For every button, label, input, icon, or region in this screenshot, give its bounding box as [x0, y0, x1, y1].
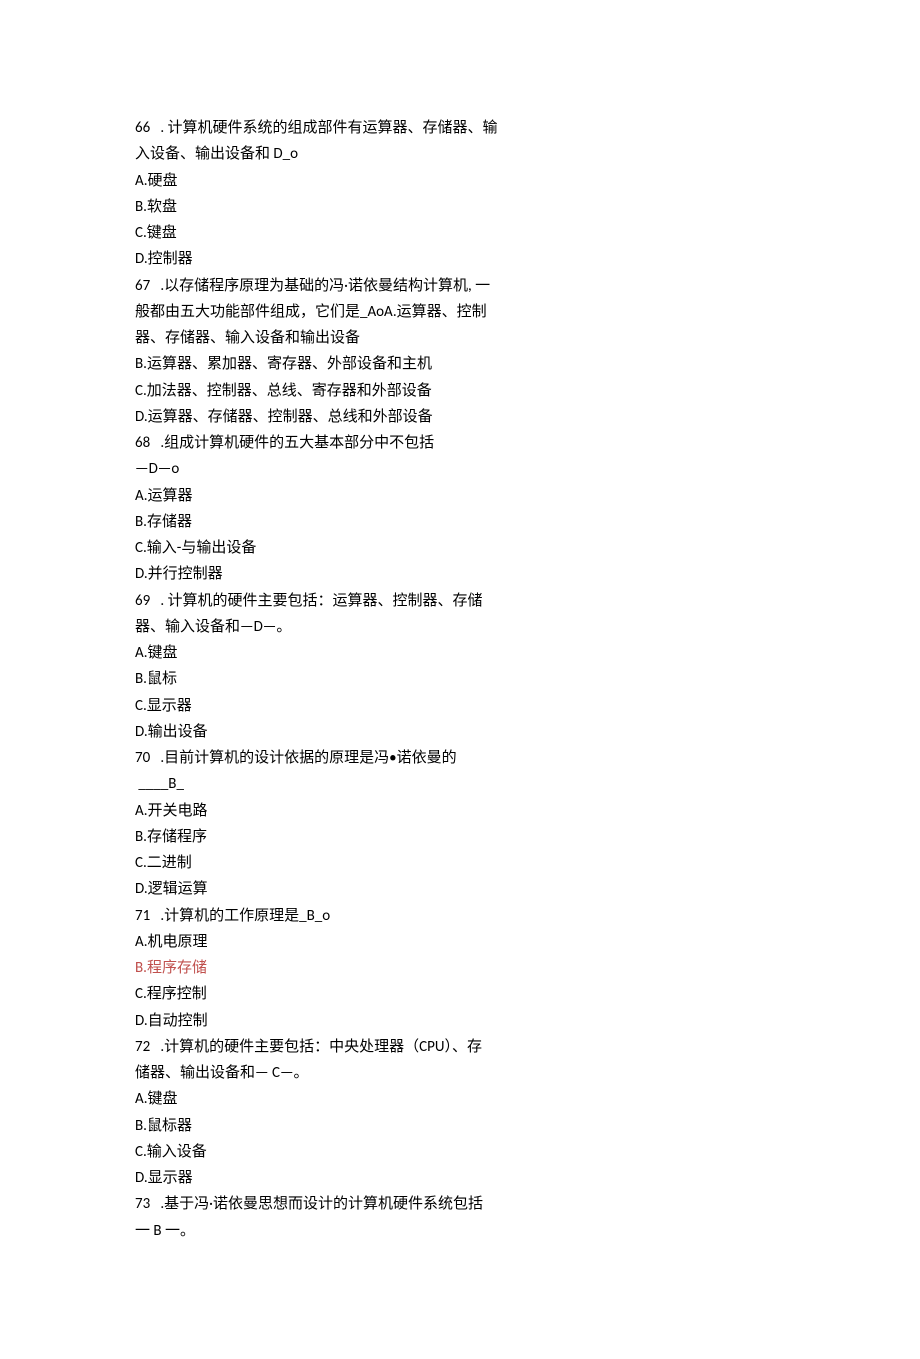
text-line: B.程序存储	[135, 955, 790, 981]
text-line: ____B_	[135, 771, 790, 797]
text-line: 73 .基于冯·诺依曼思想而设计的计算机硬件系统包括	[135, 1191, 790, 1217]
text-line: —D—o	[135, 456, 790, 482]
text-line: D.显示器	[135, 1165, 790, 1191]
text-line: A.键盘	[135, 1086, 790, 1112]
text-line: 72 .计算机的硬件主要包括：中央处理器（CPU）、存	[135, 1034, 790, 1060]
text-line: D.逻辑运算	[135, 876, 790, 902]
text-line: D.并行控制器	[135, 561, 790, 587]
text-line: A.键盘	[135, 640, 790, 666]
text-line: D.运算器、存储器、控制器、总线和外部设备	[135, 404, 790, 430]
text-line: A.硬盘	[135, 168, 790, 194]
text-line: B.鼠标	[135, 666, 790, 692]
text-line: C.二进制	[135, 850, 790, 876]
document-page: 66 . 计算机硬件系统的组成部件有运算器、存储器、输入设备、输出设备和 D_o…	[0, 0, 920, 1359]
text-line: 入设备、输出设备和 D_o	[135, 141, 790, 167]
text-line: C.程序控制	[135, 981, 790, 1007]
text-line: A.机电原理	[135, 929, 790, 955]
text-line: 器、输入设备和—D—。	[135, 614, 790, 640]
text-line: 般都由五大功能部件组成，它们是_AoA.运算器、控制	[135, 299, 790, 325]
text-line: B.运算器、累加器、寄存器、外部设备和主机	[135, 351, 790, 377]
text-line: B.鼠标器	[135, 1113, 790, 1139]
text-line: 器、存储器、输入设备和输出设备	[135, 325, 790, 351]
text-line: 68 .组成计算机硬件的五大基本部分中不包括	[135, 430, 790, 456]
text-line: C.输入-与输出设备	[135, 535, 790, 561]
text-line: B.软盘	[135, 194, 790, 220]
text-line: A.运算器	[135, 483, 790, 509]
text-line: 66 . 计算机硬件系统的组成部件有运算器、存储器、输	[135, 115, 790, 141]
text-line: D.控制器	[135, 246, 790, 272]
text-line: D.输出设备	[135, 719, 790, 745]
text-line: 69 . 计算机的硬件主要包括：运算器、控制器、存储	[135, 588, 790, 614]
text-line: C.键盘	[135, 220, 790, 246]
text-line: 67 .以存储程序原理为基础的冯·诺依曼结构计算机, 一	[135, 273, 790, 299]
text-line: B.存储程序	[135, 824, 790, 850]
text-line: C.显示器	[135, 693, 790, 719]
text-line: 71 .计算机的工作原理是_B_o	[135, 903, 790, 929]
text-line: 70 .目前计算机的设计依据的原理是冯•诺依曼的	[135, 745, 790, 771]
text-line: C.加法器、控制器、总线、寄存器和外部设备	[135, 378, 790, 404]
text-line: A.开关电路	[135, 798, 790, 824]
text-line: 一 B 一。	[135, 1218, 790, 1244]
text-line: D.自动控制	[135, 1008, 790, 1034]
text-line: 储器、输出设备和— C—。	[135, 1060, 790, 1086]
text-line: C.输入设备	[135, 1139, 790, 1165]
text-line: B.存储器	[135, 509, 790, 535]
document-body: 66 . 计算机硬件系统的组成部件有运算器、存储器、输入设备、输出设备和 D_o…	[135, 115, 790, 1244]
